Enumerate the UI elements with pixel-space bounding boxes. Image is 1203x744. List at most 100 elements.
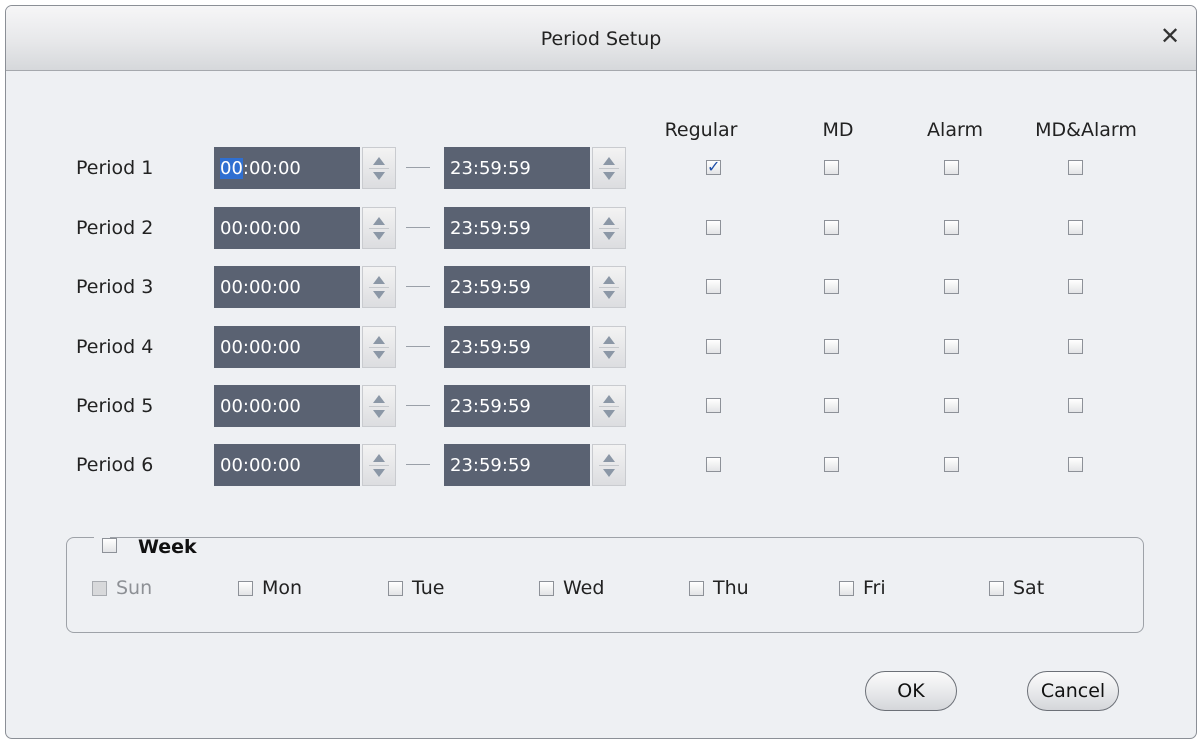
end-time-spinner[interactable] [592, 207, 626, 249]
dialog-title: Period Setup [540, 28, 662, 50]
md-checkbox[interactable] [824, 220, 839, 235]
range-separator [406, 405, 430, 406]
period-row: Period 6 00:00:00 23:59:59 [6, 444, 1196, 488]
start-time-spinner[interactable] [362, 385, 396, 427]
spin-up-icon[interactable] [603, 395, 615, 403]
end-time-field[interactable]: 23:59:59 [444, 147, 590, 189]
start-time-spinner[interactable] [362, 444, 396, 486]
alarm-checkbox[interactable] [944, 339, 959, 354]
start-time-field[interactable]: 00:00:00 [214, 444, 360, 486]
day-label: Thu [713, 577, 749, 599]
md-alarm-checkbox[interactable] [1068, 339, 1083, 354]
spin-up-icon[interactable] [373, 336, 385, 344]
md-checkbox[interactable] [824, 279, 839, 294]
end-time-spinner[interactable] [592, 444, 626, 486]
alarm-checkbox[interactable] [944, 160, 959, 175]
md-alarm-checkbox[interactable] [1068, 160, 1083, 175]
range-separator [406, 464, 430, 465]
spin-down-icon[interactable] [373, 232, 385, 240]
alarm-checkbox[interactable] [944, 220, 959, 235]
spin-down-icon[interactable] [603, 351, 615, 359]
spin-down-icon[interactable] [373, 351, 385, 359]
day-checkbox [92, 581, 107, 596]
cancel-button[interactable]: Cancel [1027, 671, 1119, 711]
spin-down-icon[interactable] [603, 291, 615, 299]
close-icon[interactable]: ✕ [1158, 24, 1182, 48]
day-label: Sat [1013, 577, 1045, 599]
spin-up-icon[interactable] [373, 454, 385, 462]
alarm-checkbox[interactable] [944, 398, 959, 413]
spin-up-icon[interactable] [373, 217, 385, 225]
end-time-spinner[interactable] [592, 266, 626, 308]
start-time-spinner[interactable] [362, 266, 396, 308]
md-checkbox[interactable] [824, 160, 839, 175]
period-label: Period 4 [76, 336, 154, 358]
range-separator [406, 167, 430, 168]
start-time-field[interactable]: 00:00:00 [214, 207, 360, 249]
md-alarm-checkbox[interactable] [1068, 457, 1083, 472]
spin-up-icon[interactable] [373, 157, 385, 165]
end-time-spinner[interactable] [592, 326, 626, 368]
spin-down-icon[interactable] [373, 172, 385, 180]
md-alarm-checkbox[interactable] [1068, 279, 1083, 294]
title-bar: Period Setup ✕ [6, 6, 1196, 71]
spin-up-icon[interactable] [603, 336, 615, 344]
end-time-field[interactable]: 23:59:59 [444, 444, 590, 486]
start-time-field[interactable]: 00:00:00 [214, 266, 360, 308]
spin-down-icon[interactable] [603, 410, 615, 418]
spin-up-icon[interactable] [603, 217, 615, 225]
spin-down-icon[interactable] [373, 291, 385, 299]
start-time-field[interactable]: 00:00:00 [214, 385, 360, 427]
alarm-checkbox[interactable] [944, 279, 959, 294]
alarm-checkbox[interactable] [944, 457, 959, 472]
day-label: Mon [262, 577, 303, 599]
day-checkbox[interactable] [388, 581, 403, 596]
week-group-title: Week [94, 532, 197, 560]
md-checkbox[interactable] [824, 457, 839, 472]
spin-up-icon[interactable] [603, 157, 615, 165]
md-alarm-checkbox[interactable] [1068, 220, 1083, 235]
spin-down-icon[interactable] [603, 232, 615, 240]
md-alarm-checkbox[interactable] [1068, 398, 1083, 413]
start-time-spinner[interactable] [362, 147, 396, 189]
spin-down-icon[interactable] [603, 172, 615, 180]
end-time-field[interactable]: 23:59:59 [444, 326, 590, 368]
regular-checkbox[interactable] [706, 339, 721, 354]
spin-up-icon[interactable] [373, 276, 385, 284]
spin-down-icon[interactable] [373, 410, 385, 418]
end-time-field[interactable]: 23:59:59 [444, 266, 590, 308]
regular-checkbox[interactable] [706, 220, 721, 235]
spin-up-icon[interactable] [373, 395, 385, 403]
day-checkbox[interactable] [689, 581, 704, 596]
column-header-regular: Regular [664, 119, 738, 141]
md-checkbox[interactable] [824, 398, 839, 413]
regular-checkbox[interactable] [706, 157, 721, 176]
start-time-spinner[interactable] [362, 326, 396, 368]
spin-down-icon[interactable] [373, 469, 385, 477]
regular-checkbox[interactable] [706, 457, 721, 472]
day-checkbox[interactable] [539, 581, 554, 596]
start-time-field[interactable]: 00:00:00 [214, 326, 360, 368]
period-label: Period 6 [76, 454, 154, 476]
end-time-field[interactable]: 23:59:59 [444, 385, 590, 427]
regular-checkbox[interactable] [706, 398, 721, 413]
day-checkbox[interactable] [839, 581, 854, 596]
end-time-spinner[interactable] [592, 147, 626, 189]
week-checkbox[interactable] [102, 538, 117, 553]
week-groupbox [66, 537, 1144, 633]
end-time-spinner[interactable] [592, 385, 626, 427]
end-time-field[interactable]: 23:59:59 [444, 207, 590, 249]
day-label: Fri [863, 577, 886, 599]
regular-checkbox[interactable] [706, 279, 721, 294]
start-time-field[interactable]: 00:00:00 [214, 147, 360, 189]
ok-button[interactable]: OK [865, 671, 957, 711]
md-checkbox[interactable] [824, 339, 839, 354]
spin-down-icon[interactable] [603, 469, 615, 477]
spin-up-icon[interactable] [603, 454, 615, 462]
start-time-spinner[interactable] [362, 207, 396, 249]
day-checkbox[interactable] [989, 581, 1004, 596]
range-separator [406, 227, 430, 228]
range-separator [406, 286, 430, 287]
day-checkbox[interactable] [238, 581, 253, 596]
spin-up-icon[interactable] [603, 276, 615, 284]
